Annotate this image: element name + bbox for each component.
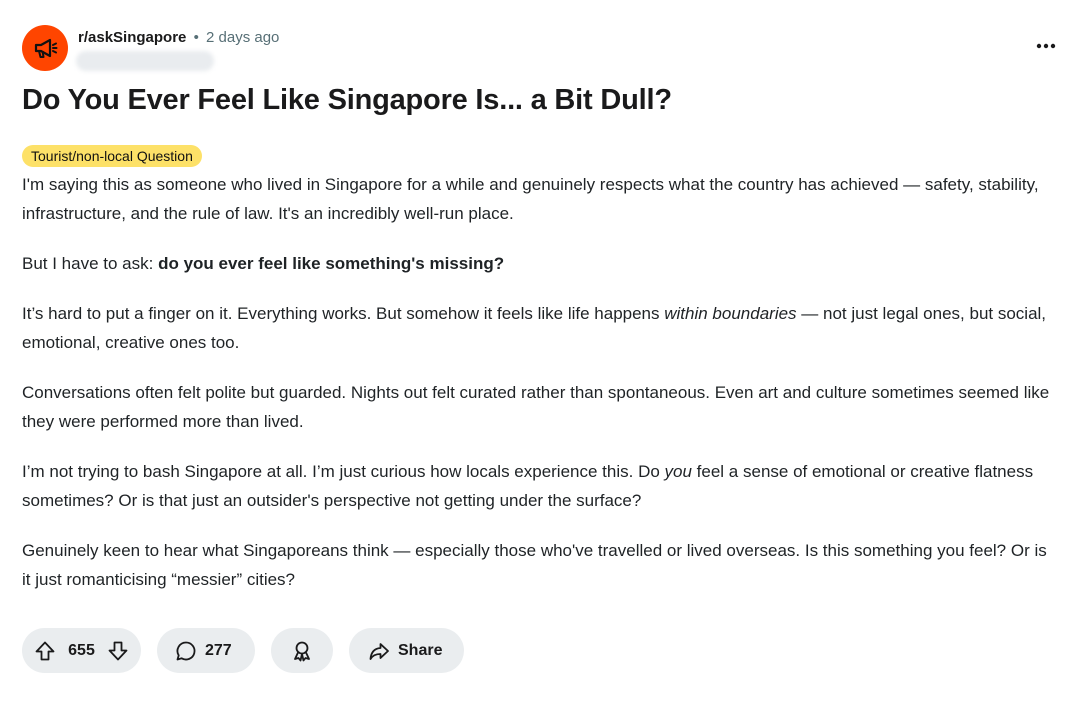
post-title[interactable]: Do You Ever Feel Like Singapore Is... a … [22, 80, 672, 120]
post-meta: r/askSingapore • 2 days ago [78, 28, 279, 48]
share-arrow-icon [369, 642, 389, 660]
comment-count: 277 [205, 641, 232, 659]
comment-bubble-icon [176, 641, 196, 660]
meta-separator: • [193, 29, 199, 46]
body-text: But I have to ask: [22, 254, 159, 273]
upvote-button[interactable] [34, 640, 56, 662]
body-italic-text: you [664, 462, 692, 481]
award-button[interactable] [271, 628, 333, 673]
comments-button[interactable]: 277 [157, 628, 255, 673]
body-paragraph: Genuinely keen to hear what Singaporeans… [22, 541, 1047, 589]
subreddit-avatar[interactable] [22, 25, 68, 71]
body-paragraph: I’m not trying to bash Singapore at all.… [22, 457, 1058, 515]
vote-count: 655 [68, 641, 95, 659]
vote-control: 655 [22, 628, 141, 673]
more-options-icon [1036, 43, 1056, 49]
downvote-arrow-icon [108, 641, 128, 660]
body-italic-text: within boundaries [664, 304, 797, 323]
award-icon [294, 641, 310, 661]
post-action-bar: 655 277 Share [22, 628, 464, 673]
redacted-username [76, 51, 214, 71]
body-paragraph: I'm saying this as someone who lived in … [22, 175, 1039, 223]
megaphone-icon [34, 38, 58, 58]
body-text: I’m not trying to bash Singapore at all.… [22, 462, 665, 481]
more-options-button[interactable] [1034, 34, 1058, 58]
body-paragraph: But I have to ask: do you ever feel like… [22, 249, 1058, 278]
body-paragraph: It’s hard to put a finger on it. Everyth… [22, 299, 1058, 357]
post-body: I'm saying this as someone who lived in … [22, 170, 1058, 615]
upvote-arrow-icon [35, 641, 55, 660]
body-bold-text: do you ever feel like something's missin… [158, 254, 505, 273]
downvote-button[interactable] [107, 640, 129, 662]
body-paragraph: Conversations often felt polite but guar… [22, 383, 1050, 431]
share-button[interactable]: Share [349, 628, 464, 673]
subreddit-link[interactable]: r/askSingapore [78, 29, 186, 46]
post-timestamp: 2 days ago [206, 29, 280, 46]
post-flair[interactable]: Tourist/non-local Question [22, 145, 202, 167]
share-label: Share [398, 641, 443, 659]
body-text: It’s hard to put a finger on it. Everyth… [22, 304, 665, 323]
